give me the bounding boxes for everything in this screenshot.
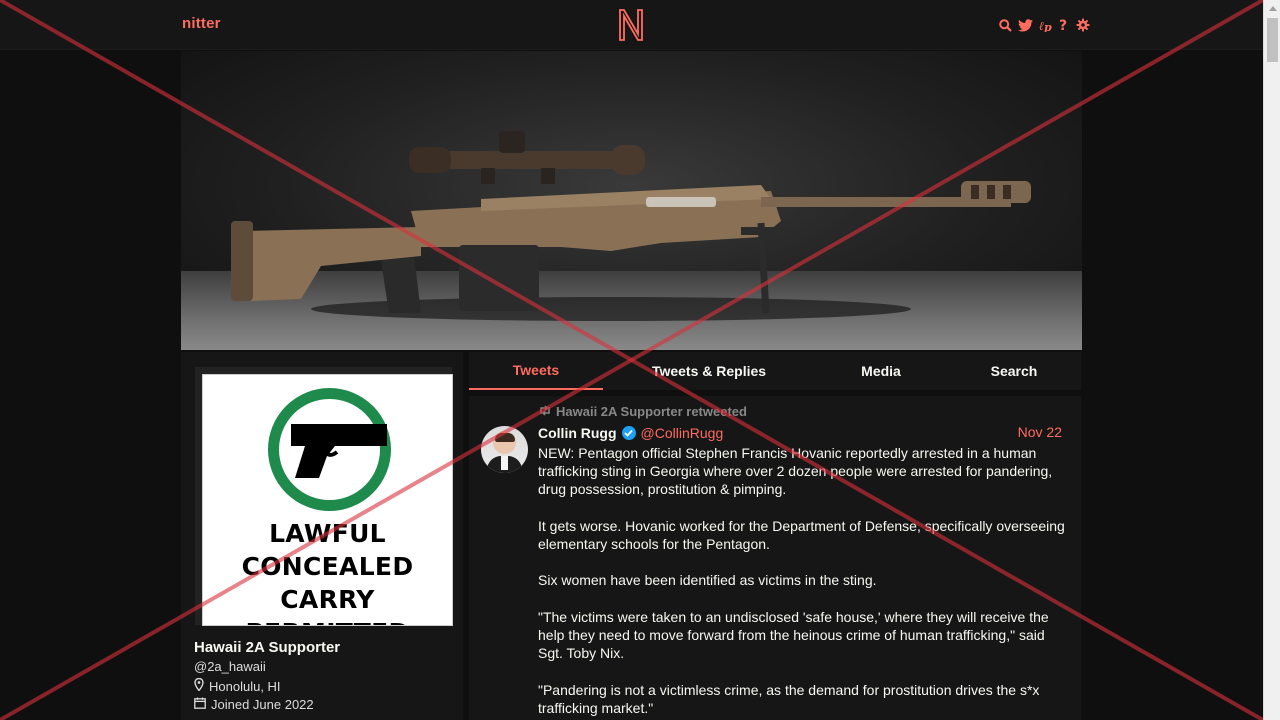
tab-media[interactable]: Media — [839, 352, 923, 390]
verified-badge-icon — [621, 426, 636, 440]
tweet-author-name[interactable]: Collin Rugg — [538, 425, 617, 441]
rifle-image — [231, 131, 1031, 321]
pistol-icon — [291, 424, 387, 478]
tweet-author-avatar[interactable] — [481, 426, 528, 473]
scrollbar-thumb[interactable] — [1267, 18, 1278, 62]
profile-avatar[interactable]: LAWFUL CONCEALED CARRY PERMITTED — [195, 367, 453, 626]
svg-text:p: p — [1044, 21, 1052, 32]
retweet-note: Hawaii 2A Supporter retweeted — [538, 404, 747, 419]
location-pin-icon — [194, 677, 204, 694]
avatar-shirt — [501, 456, 508, 470]
page-scrollbar[interactable] — [1263, 0, 1280, 720]
nitter-home-link[interactable]: nitter — [182, 15, 221, 32]
profile-joined: Joined June 2022 — [194, 697, 314, 712]
timeline-tweet[interactable]: Hawaii 2A Supporter retweeted Collin Rug… — [469, 396, 1081, 720]
help-icon[interactable]: ? — [1057, 17, 1071, 33]
sign-line-2: CONCEALED — [241, 552, 414, 581]
search-icon[interactable] — [998, 17, 1012, 33]
rss-icon[interactable]: ℓp — [1038, 17, 1052, 33]
tweet-author-handle[interactable]: @CollinRugg — [641, 425, 724, 441]
sign-line-4: PERMITTED — [203, 618, 452, 625]
settings-gear-icon[interactable] — [1076, 17, 1090, 33]
calendar-icon — [194, 697, 206, 712]
timeline-tabs: Tweets Tweets & Replies Media Search — [469, 352, 1081, 390]
tweet-content: NEW: Pentagon official Stephen Francis H… — [538, 444, 1072, 720]
tab-tweets[interactable]: Tweets — [469, 352, 603, 390]
profile-location: Honolulu, HI — [194, 677, 281, 694]
sign-line-1: LAWFUL — [269, 519, 386, 548]
tweet-paragraph: "Pandering is not a victimless crime, as… — [538, 681, 1040, 716]
nav-icon-group: ℓp ? — [998, 15, 1090, 35]
tweet-paragraph: Six women have been identified as victim… — [538, 572, 877, 589]
profile-handle[interactable]: @2a_hawaii — [194, 659, 266, 674]
profile-name[interactable]: Hawaii 2A Supporter — [194, 639, 340, 656]
profile-banner-image[interactable] — [181, 51, 1082, 350]
avatar-sign-image: LAWFUL CONCEALED CARRY PERMITTED — [202, 374, 453, 626]
tweet-header: Collin Rugg @CollinRugg Nov 22 — [538, 424, 1072, 442]
profile-card: LAWFUL CONCEALED CARRY PERMITTED Hawaii … — [181, 352, 463, 720]
twitter-bird-icon[interactable] — [1017, 17, 1033, 33]
tweet-date[interactable]: Nov 22 — [1018, 424, 1062, 440]
sign-line-3: CARRY — [280, 585, 375, 614]
location-text: Honolulu, HI — [209, 678, 281, 694]
scroll-up-arrow-icon[interactable] — [1264, 0, 1280, 17]
svg-text:?: ? — [1059, 18, 1067, 32]
nitter-logo-icon[interactable] — [617, 8, 645, 47]
tweet-paragraph: "The victims were taken to an undisclose… — [538, 608, 1049, 662]
tab-tweets-replies[interactable]: Tweets & Replies — [639, 352, 779, 390]
tweet-paragraph: NEW: Pentagon official Stephen Francis H… — [538, 445, 1053, 498]
retweet-icon — [538, 404, 552, 419]
top-navbar: nitter ℓp ? — [0, 0, 1263, 50]
joined-text: Joined June 2022 — [211, 697, 314, 712]
retweet-note-text: Hawaii 2A Supporter retweeted — [556, 404, 747, 419]
tweet-paragraph: It gets worse. Hovanic worked for the De… — [538, 517, 1065, 552]
tab-search[interactable]: Search — [974, 352, 1054, 390]
avatar-hair — [495, 433, 515, 442]
